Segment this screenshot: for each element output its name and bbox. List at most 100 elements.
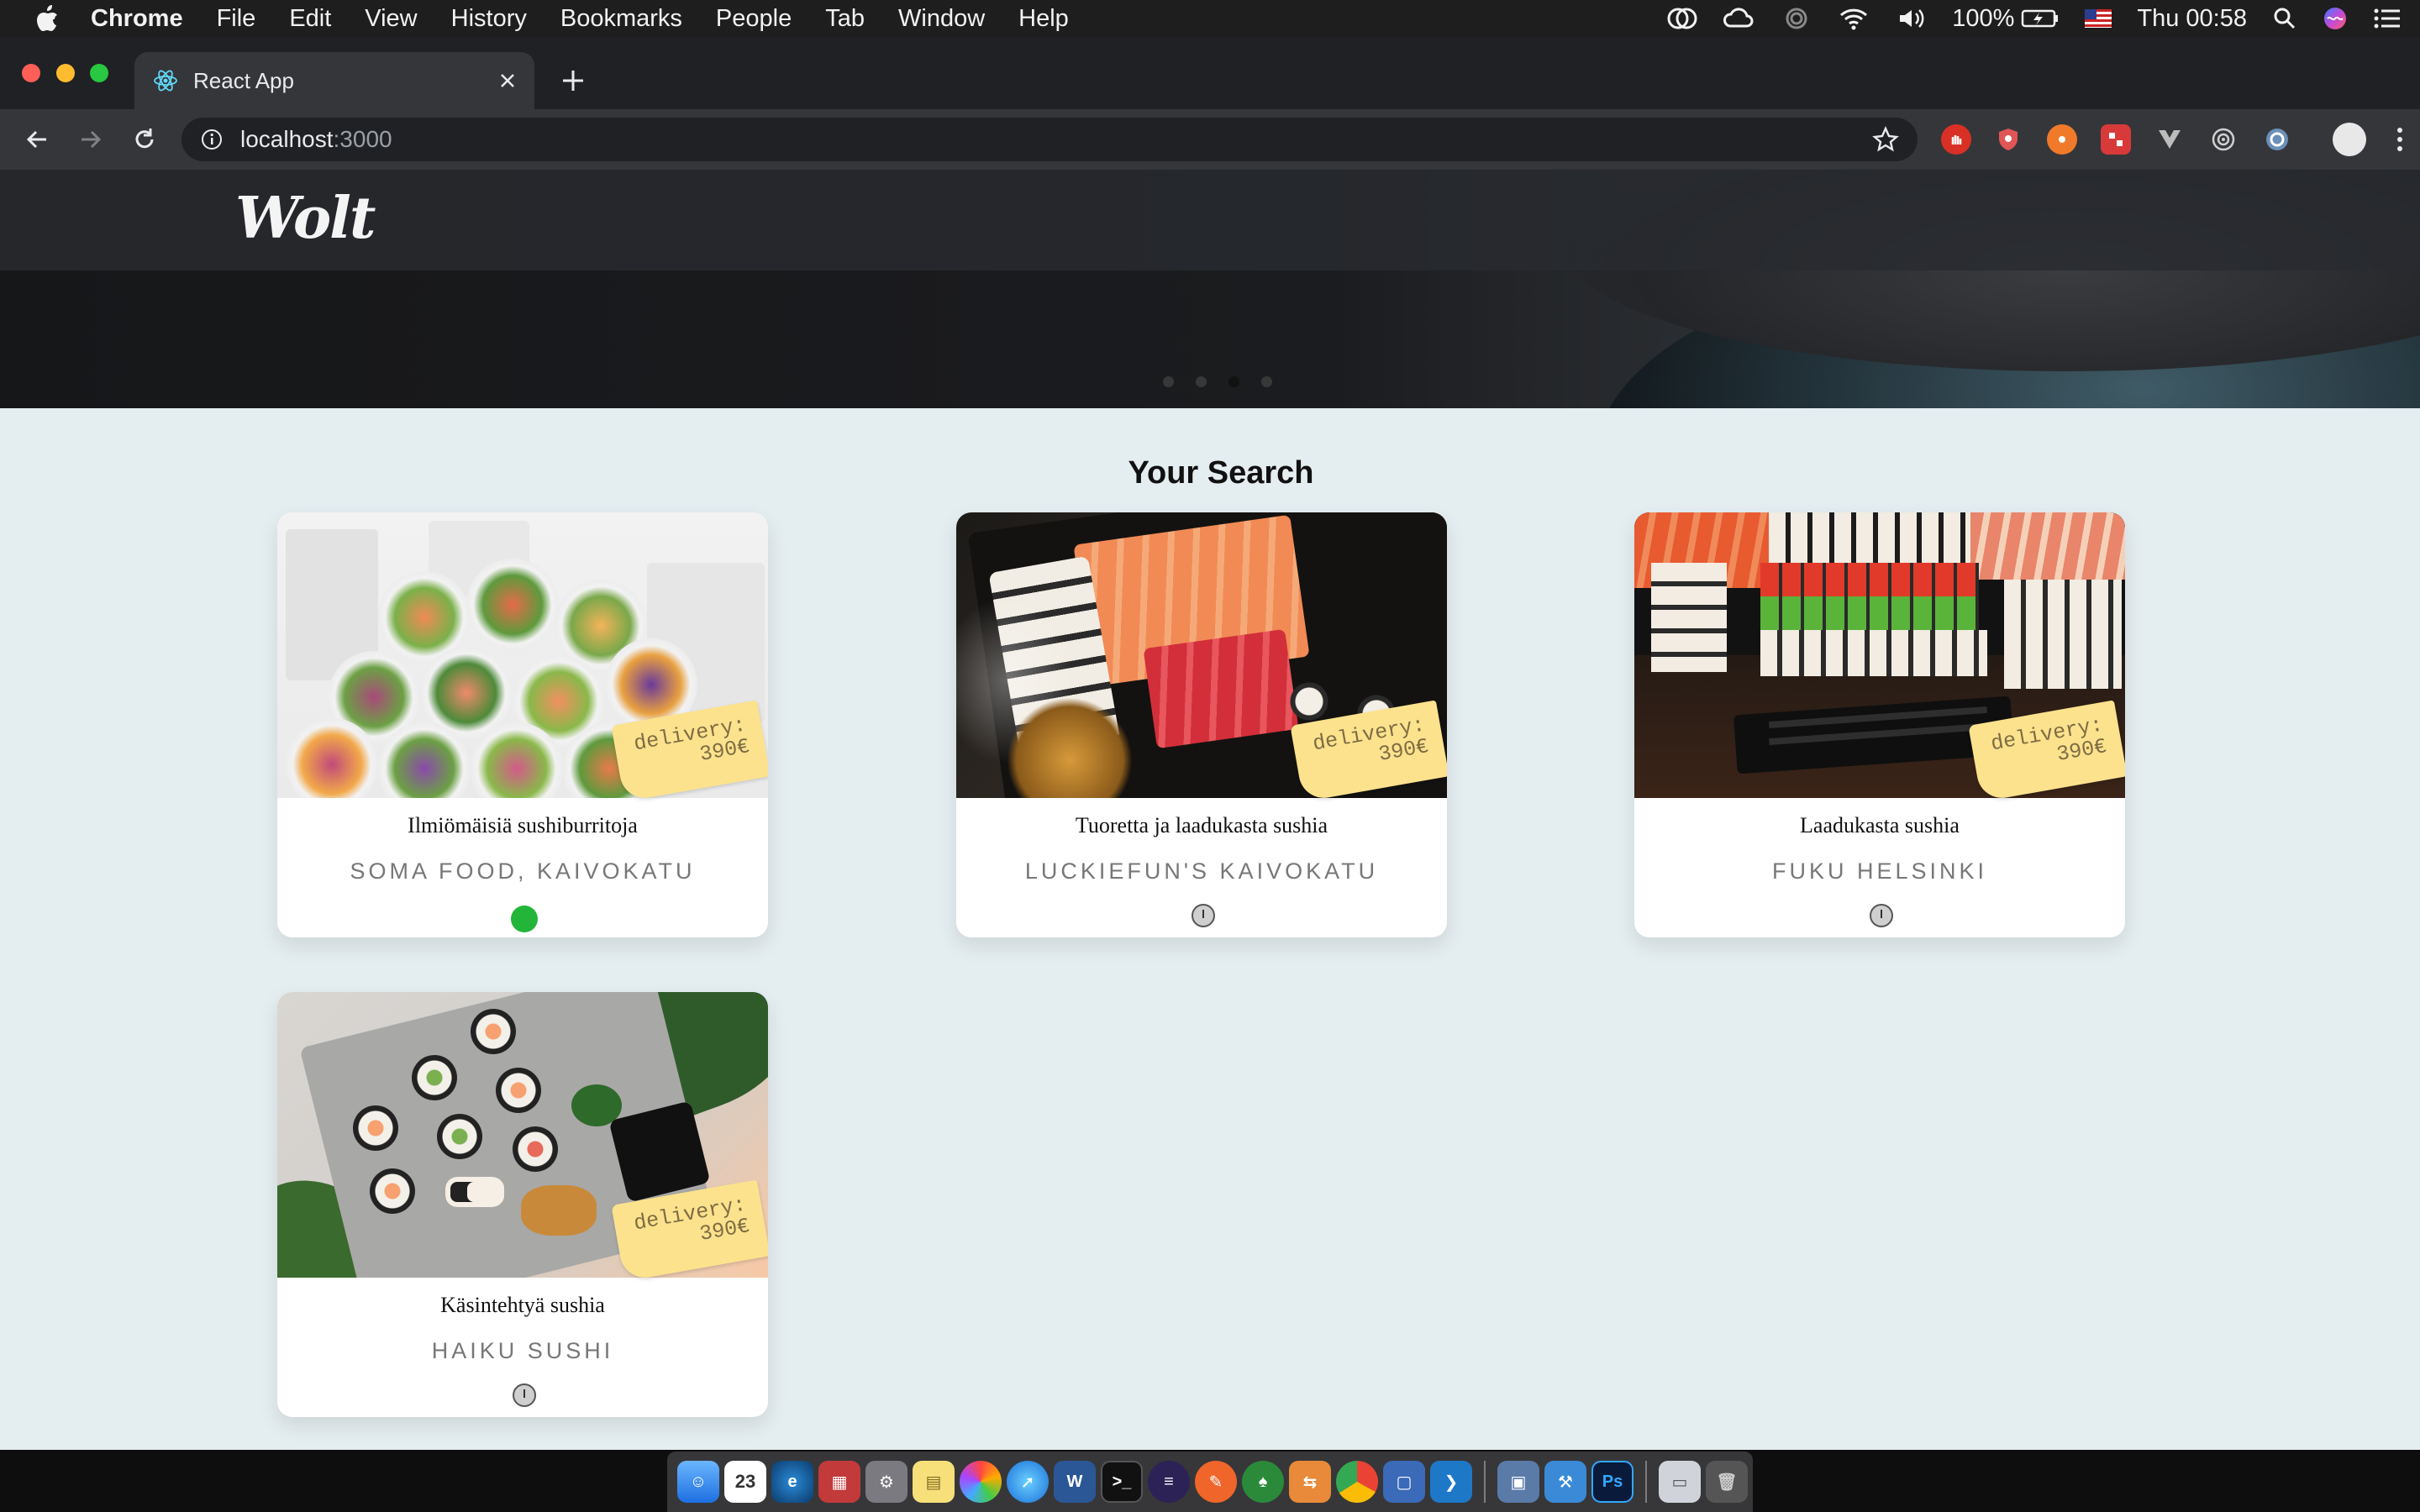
word-icon[interactable]: W [1054, 1461, 1096, 1503]
open-status-dot [511, 906, 538, 932]
xcode-icon[interactable]: ⚒ [1544, 1461, 1586, 1503]
wifi-icon[interactable] [1838, 6, 1870, 31]
menubar-clock[interactable]: Thu 00:58 [2137, 5, 2247, 33]
bookmark-star-icon[interactable] [1872, 126, 1899, 153]
menu-people[interactable]: People [716, 5, 792, 33]
calendar-icon[interactable]: 23 [724, 1461, 766, 1503]
reload-icon[interactable] [124, 119, 165, 160]
macos-dock: ☺ 23 e ▦ ⚙ ▤ ➚ W >_ ≡ ✎ ♠ ⇆ ▢ ❯ ▣ ⚒ Ps ▭… [667, 1452, 1753, 1512]
page-viewport: Wolt Your Search delivery: 390€ Ilmiömäi… [0, 170, 2420, 1450]
sync-extension-icon[interactable] [2262, 124, 2292, 155]
photoshop-icon[interactable]: Ps [1591, 1461, 1634, 1503]
dish-title: Laadukasta sushia [1800, 813, 1960, 837]
dish-title: Tuoretta ja laadukasta sushia [1075, 813, 1328, 837]
carousel-dot[interactable] [1163, 376, 1174, 387]
clock-status-icon [1870, 904, 1893, 927]
site-info-icon[interactable] [198, 126, 225, 153]
carousel-dot[interactable] [1196, 376, 1207, 387]
dish-title: Ilmiömäisiä sushiburritoja [408, 813, 638, 837]
url-port: :3000 [333, 126, 392, 152]
preview-icon[interactable]: ▣ [1497, 1461, 1539, 1503]
window-minimize-button[interactable] [56, 64, 75, 82]
react-icon [151, 66, 180, 95]
puzzle-extension-icon[interactable] [2101, 124, 2131, 155]
menu-bookmarks[interactable]: Bookmarks [560, 5, 682, 33]
stickies-icon[interactable]: ▤ [913, 1461, 955, 1503]
window-zoom-button[interactable] [90, 64, 108, 82]
postman-icon[interactable]: ✎ [1195, 1461, 1237, 1503]
photo-booth-icon[interactable]: ▦ [818, 1461, 860, 1503]
spotlight-search-icon[interactable] [2272, 6, 2297, 31]
transmit-icon[interactable]: ⇆ [1289, 1461, 1331, 1503]
restaurant-card[interactable]: delivery: 390€ Ilmiömäisiä sushiburritoj… [277, 512, 768, 937]
back-arrow-icon[interactable] [17, 119, 57, 160]
jetbrains-icon[interactable]: ▢ [1383, 1461, 1425, 1503]
carousel-dot-active[interactable] [1228, 376, 1239, 387]
tab-react-app[interactable]: React App [134, 52, 534, 109]
menu-history[interactable]: History [451, 5, 527, 33]
window-close-button[interactable] [22, 64, 40, 82]
clock-status-icon [1192, 904, 1215, 927]
creative-cloud-icon[interactable] [1666, 6, 1698, 31]
new-tab-plus-icon[interactable] [555, 62, 592, 99]
photos-icon[interactable] [960, 1461, 1002, 1503]
cloud-sync-icon[interactable] [1723, 6, 1755, 31]
volume-icon[interactable] [1895, 6, 1927, 31]
address-bar[interactable]: localhost:3000 [182, 118, 1918, 161]
restaurant-name: Soma Food, Kaivokatu [350, 858, 696, 884]
trash-icon[interactable]: 🗑 [1706, 1461, 1748, 1503]
target-extension-icon[interactable] [2208, 124, 2238, 155]
finder-icon[interactable]: ☺ [677, 1461, 719, 1503]
wolt-logo[interactable]: Wolt [235, 185, 376, 252]
restaurant-name: Haiku Sushi [431, 1338, 614, 1363]
carousel-dots [1163, 376, 1272, 387]
chrome-menu-icon[interactable] [2391, 123, 2408, 156]
vscode-icon[interactable]: ❯ [1430, 1461, 1472, 1503]
us-flag-icon[interactable] [2085, 9, 2112, 28]
forward-arrow-icon[interactable] [71, 119, 111, 160]
dock-separator [1484, 1461, 1486, 1503]
profile-avatar[interactable] [2333, 123, 2366, 156]
menu-file[interactable]: File [217, 5, 256, 33]
vue-devtools-icon[interactable] [2154, 124, 2185, 155]
restaurant-name: Fuku Helsinki [1771, 858, 1988, 884]
tab-close-icon[interactable] [491, 64, 524, 97]
shield-extension-icon[interactable] [1993, 124, 2023, 155]
url-text: localhost:3000 [240, 126, 392, 153]
sourcetree-icon[interactable]: ♠ [1242, 1461, 1284, 1503]
restaurant-card[interactable]: delivery: 390€ Käsintehtyä sushia Haiku … [277, 992, 768, 1417]
adblock-extension-icon[interactable] [1941, 124, 1971, 155]
dock-separator [1645, 1461, 1647, 1503]
chrome-toolbar: localhost:3000 [0, 109, 2420, 170]
menu-view[interactable]: View [365, 5, 417, 33]
system-preferences-icon[interactable]: ⚙ [865, 1461, 908, 1503]
safari-icon[interactable]: ➚ [1007, 1461, 1049, 1503]
hero-carousel: Wolt [0, 170, 2420, 408]
chrome-dock-icon[interactable] [1336, 1461, 1378, 1503]
menu-app-chrome[interactable]: Chrome [91, 5, 183, 33]
section-title: Your Search [1128, 455, 1314, 491]
clock-status-icon [513, 1383, 536, 1407]
notification-center-icon[interactable] [2373, 6, 2402, 31]
chrome-tab-strip: React App [0, 37, 2420, 109]
eclipse-icon[interactable]: ≡ [1148, 1461, 1190, 1503]
siri-icon[interactable] [2323, 6, 2348, 31]
dish-title: Käsintehtyä sushia [440, 1293, 605, 1317]
battery-icon[interactable] [2021, 6, 2060, 31]
activity-ring-icon[interactable] [1781, 6, 1812, 31]
downloads-folder-icon[interactable]: ▭ [1659, 1461, 1701, 1503]
honey-extension-icon[interactable] [2047, 124, 2077, 155]
apple-icon[interactable] [34, 4, 62, 33]
menu-tab[interactable]: Tab [825, 5, 865, 33]
edge-browser-icon[interactable]: e [771, 1461, 813, 1503]
restaurant-card[interactable]: delivery: 390€ Laadukasta sushia Fuku He… [1634, 512, 2125, 937]
menu-window[interactable]: Window [898, 5, 985, 33]
menu-edit[interactable]: Edit [289, 5, 331, 33]
battery-percent: 100% [1952, 4, 2015, 32]
restaurant-card[interactable]: delivery: 390€ Tuoretta ja laadukasta su… [956, 512, 1447, 937]
terminal-icon[interactable]: >_ [1101, 1461, 1143, 1503]
menu-help[interactable]: Help [1018, 5, 1069, 33]
carousel-dot[interactable] [1261, 376, 1272, 387]
macos-menu-bar: Chrome File Edit View History Bookmarks … [0, 0, 2420, 37]
restaurant-name: Luckiefun's Kaivokatu [1024, 858, 1379, 884]
